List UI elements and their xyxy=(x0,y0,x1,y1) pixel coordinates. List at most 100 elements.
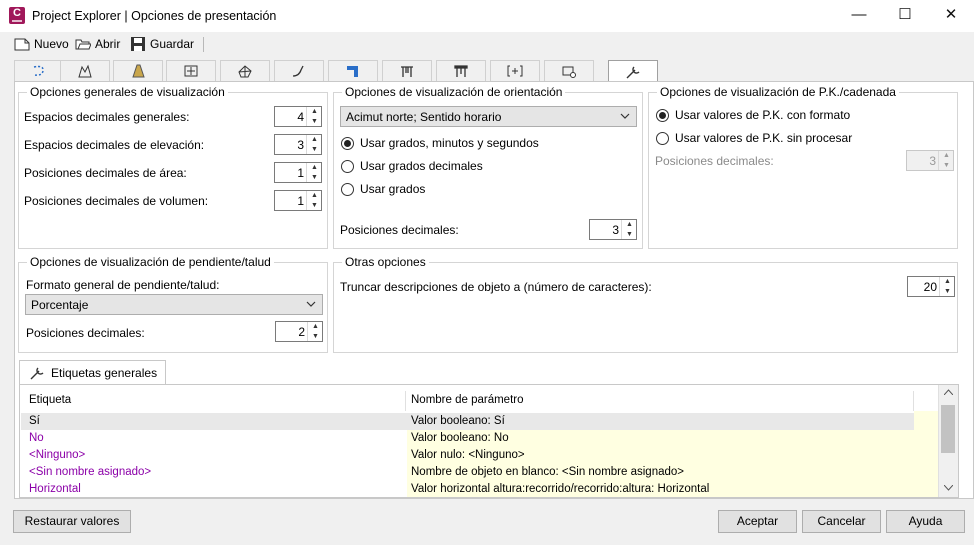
column-header-param[interactable]: Nombre de parámetro xyxy=(411,394,524,406)
restore-values-button[interactable]: Restaurar valores xyxy=(13,510,131,533)
table-row[interactable]: <Ninguno> Valor nulo: <Ninguno> xyxy=(21,447,940,464)
spin-up-icon[interactable]: ▲ xyxy=(307,107,322,116)
table-scrollbar[interactable] xyxy=(938,385,958,497)
area-decimals-spinner[interactable]: 1 ▲ ▼ xyxy=(274,162,322,183)
radio-degrees-dot[interactable] xyxy=(341,182,354,196)
new-button[interactable]: Nuevo xyxy=(14,35,69,53)
title-bar: C Project Explorer | Opciones de present… xyxy=(0,0,974,32)
radio-degrees[interactable]: Usar grados xyxy=(341,182,425,196)
spin-up-icon[interactable]: ▲ xyxy=(307,135,322,144)
spin-down-icon[interactable]: ▼ xyxy=(307,145,322,154)
surface-icon xyxy=(238,65,252,78)
points-icon xyxy=(33,65,44,76)
spin-down-icon: ▼ xyxy=(943,162,950,169)
spin-up-icon[interactable]: ▲ xyxy=(307,191,322,200)
tab-surface[interactable] xyxy=(220,60,270,81)
spin-up-icon[interactable]: ▲ xyxy=(622,220,637,229)
station-decimals-label: Posiciones decimales: xyxy=(655,154,774,168)
elevation-decimals-label: Espacios decimales de elevación: xyxy=(24,138,205,152)
elevation-decimals-spinner[interactable]: 3 ▲ ▼ xyxy=(274,134,322,155)
spin-down-icon[interactable]: ▼ xyxy=(307,117,322,126)
table-row[interactable]: Sí Valor booleano: Sí xyxy=(21,413,940,430)
spin-down-icon[interactable]: ▼ xyxy=(307,173,322,182)
chevron-down-icon xyxy=(620,113,630,119)
orientation-combo[interactable]: Acimut norte; Sentido horario xyxy=(340,106,637,127)
column-divider xyxy=(405,391,406,411)
table-header: Etiqueta Nombre de parámetro xyxy=(21,391,940,411)
other-options-title: Otras opciones xyxy=(342,255,429,269)
radio-decimal-degrees-dot[interactable] xyxy=(341,159,354,173)
spin-up-icon[interactable]: ▲ xyxy=(307,163,322,172)
minimize-button[interactable]: — xyxy=(836,0,882,32)
scroll-down-icon[interactable] xyxy=(944,485,953,491)
slope-decimals-spinner[interactable]: 2 ▲ ▼ xyxy=(275,321,323,342)
radio-dms[interactable]: Usar grados, minutos y segundos xyxy=(341,136,539,150)
labels-table: Etiqueta Nombre de parámetro Sí Valor bo… xyxy=(19,384,959,498)
tab-general-labels[interactable]: Etiquetas generales xyxy=(19,360,166,385)
alignment-icon xyxy=(184,65,198,77)
scroll-thumb[interactable] xyxy=(941,405,955,453)
road-icon xyxy=(132,64,145,78)
truncate-label: Truncar descripciones de objeto a (númer… xyxy=(340,280,652,294)
toolbar-separator xyxy=(203,37,204,52)
maximize-button[interactable]: ☐ xyxy=(882,0,928,32)
radio-raw-station[interactable]: Usar valores de P.K. sin procesar xyxy=(656,131,852,145)
accept-button[interactable]: Aceptar xyxy=(718,510,797,533)
tab-parcel[interactable] xyxy=(544,60,594,81)
spin-down-icon[interactable]: ▼ xyxy=(308,332,323,341)
help-button[interactable]: Ayuda xyxy=(886,510,965,533)
tab-points[interactable] xyxy=(14,60,64,81)
spin-up-icon[interactable]: ▲ xyxy=(940,277,955,286)
truncate-spinner[interactable]: 20 ▲ ▼ xyxy=(907,276,955,297)
close-button[interactable]: ✕ xyxy=(928,0,974,32)
tab-road[interactable] xyxy=(113,60,163,81)
spin-up-icon[interactable]: ▲ xyxy=(308,322,323,331)
settings-icon xyxy=(626,66,640,78)
slope-format-combo[interactable]: Porcentaje xyxy=(25,294,323,315)
spin-down-icon[interactable]: ▼ xyxy=(307,201,322,210)
open-label: Abrir xyxy=(95,37,121,51)
radio-raw-station-dot[interactable] xyxy=(656,131,669,145)
spin-down-icon[interactable]: ▼ xyxy=(940,287,955,296)
tab-settings[interactable] xyxy=(608,60,658,82)
scroll-up-icon[interactable] xyxy=(944,389,953,395)
app-icon: C xyxy=(9,7,25,24)
pipe-icon xyxy=(454,65,468,77)
tab-section[interactable] xyxy=(490,60,540,81)
new-label: Nuevo xyxy=(34,37,69,51)
general-decimals-spinner[interactable]: 4 ▲ ▼ xyxy=(274,106,322,127)
other-options-group: Otras opciones xyxy=(333,255,958,353)
table-filler xyxy=(914,411,939,497)
radio-formatted-station-dot[interactable] xyxy=(656,108,669,122)
spin-down-icon[interactable]: ▼ xyxy=(622,230,637,239)
tab-curve[interactable] xyxy=(274,60,324,81)
corridor-icon xyxy=(347,66,358,77)
volume-decimals-spinner[interactable]: 1 ▲ ▼ xyxy=(274,190,322,211)
radio-formatted-station[interactable]: Usar valores de P.K. con formato xyxy=(656,108,850,122)
radio-dms-dot[interactable] xyxy=(341,136,354,150)
column-header-label[interactable]: Etiqueta xyxy=(29,394,71,406)
save-disk-icon xyxy=(131,37,145,51)
tab-structure[interactable] xyxy=(382,60,432,81)
general-decimals-label: Espacios decimales generales: xyxy=(24,110,190,124)
orientation-decimals-spinner[interactable]: 3 ▲ ▼ xyxy=(589,219,637,240)
slope-title: Opciones de visualización de pendiente/t… xyxy=(27,255,274,269)
tab-alignment[interactable] xyxy=(166,60,216,81)
table-row[interactable]: <Sin nombre asignado> Nombre de objeto e… xyxy=(21,464,940,481)
tab-profile-views[interactable] xyxy=(60,60,110,81)
wrench-icon xyxy=(30,367,44,380)
cancel-button[interactable]: Cancelar xyxy=(802,510,881,533)
tab-corridor[interactable] xyxy=(328,60,378,81)
open-button[interactable]: Abrir xyxy=(75,35,120,53)
table-row[interactable]: No Valor booleano: No xyxy=(21,430,940,447)
parcel-icon xyxy=(562,66,576,78)
section-icon xyxy=(507,65,523,77)
column-divider xyxy=(913,391,914,411)
open-folder-icon xyxy=(75,39,91,50)
save-button[interactable]: Guardar xyxy=(130,35,194,53)
tab-pipe[interactable] xyxy=(436,60,486,81)
table-row[interactable]: Horizontal Valor horizontal altura:recor… xyxy=(21,481,940,497)
station-title: Opciones de visualización de P.K./cadena… xyxy=(657,85,899,99)
radio-decimal-degrees[interactable]: Usar grados decimales xyxy=(341,159,483,173)
curve-icon xyxy=(292,65,304,77)
